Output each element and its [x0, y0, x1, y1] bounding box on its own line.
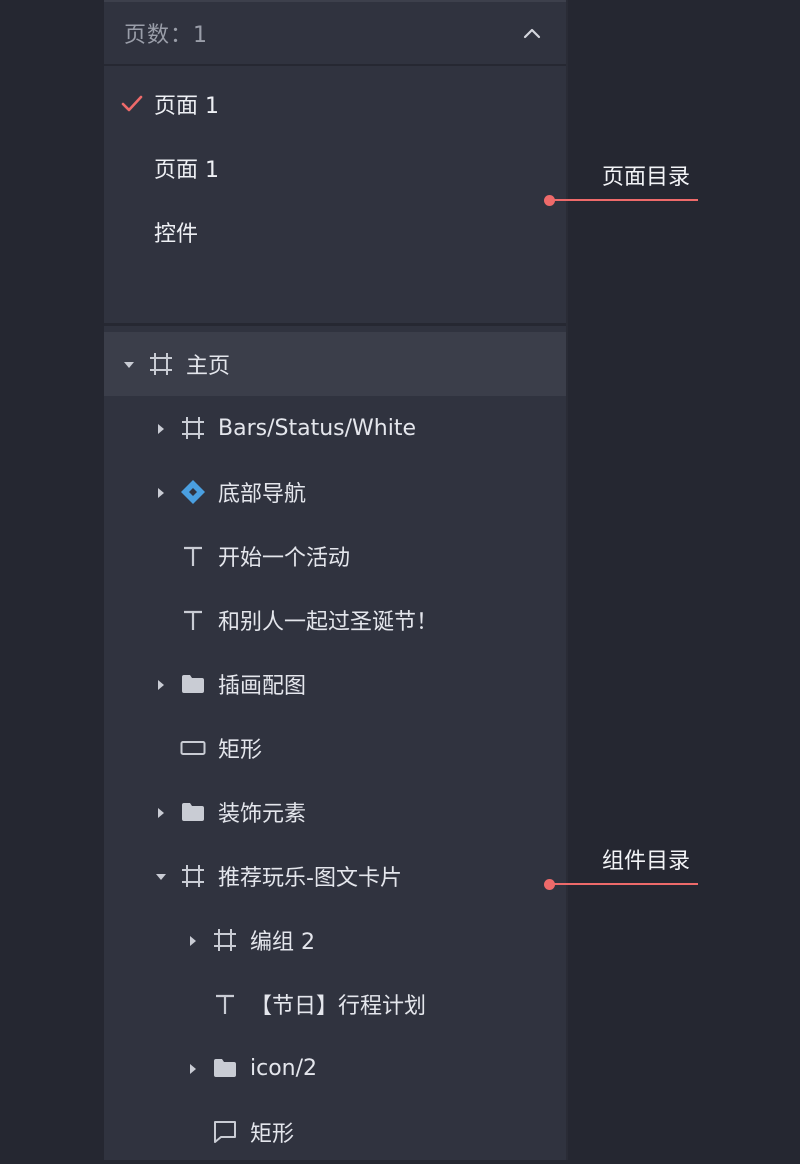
layer-label: 插画配图: [218, 674, 307, 699]
checkmark-icon: [120, 92, 144, 116]
layer-label: 矩形: [250, 1122, 295, 1147]
folder-icon: [180, 671, 206, 697]
layer-row[interactable]: 主页: [104, 332, 566, 396]
layer-row[interactable]: 开始一个活动: [104, 524, 566, 588]
caret-down-icon[interactable]: [122, 357, 136, 371]
annotation-layers-label: 组件目录: [602, 849, 691, 874]
annotation-pages-line: [550, 199, 698, 201]
page-item[interactable]: 控件: [104, 200, 566, 264]
panel-right-edge: [566, 0, 568, 1160]
layer-label: 推荐玩乐-图文卡片: [218, 866, 402, 891]
pages-header[interactable]: 页数：1: [104, 2, 566, 66]
layer-row[interactable]: 装饰元素: [104, 780, 566, 844]
pages-count-title: 页数：1: [124, 23, 208, 48]
page-item[interactable]: 页面 1: [104, 72, 566, 136]
text-icon: [180, 543, 206, 569]
layer-label: Bars/Status/White: [218, 415, 416, 441]
caret-right-icon[interactable]: [154, 485, 168, 499]
layer-label: 编组 2: [250, 930, 315, 955]
layer-row[interactable]: 底部导航: [104, 460, 566, 524]
caret-right-icon[interactable]: [154, 805, 168, 819]
page-item-label: 控件: [154, 222, 199, 247]
annotation-pages-label: 页面目录: [602, 165, 691, 190]
caret-right-icon[interactable]: [154, 421, 168, 435]
layer-label: 开始一个活动: [218, 546, 351, 571]
artboard-icon: [180, 863, 206, 889]
layer-label: 【节日】行程计划: [250, 994, 427, 1019]
annotation-layers-dot: [544, 878, 555, 890]
layer-row[interactable]: 【节日】行程计划: [104, 972, 566, 1036]
caret-right-icon[interactable]: [186, 1061, 200, 1075]
layer-row[interactable]: 编组 2: [104, 908, 566, 972]
layer-label: icon/2: [250, 1055, 318, 1081]
caret-right-icon[interactable]: [154, 677, 168, 691]
layer-row[interactable]: 矩形: [104, 716, 566, 780]
text-icon: [180, 607, 206, 633]
page-item-label: 页面 1: [154, 158, 219, 183]
annotation-pages-dot: [544, 194, 555, 206]
layer-row[interactable]: 推荐玩乐-图文卡片: [104, 844, 566, 908]
layer-row[interactable]: 插画配图: [104, 652, 566, 716]
layer-label: 装饰元素: [218, 802, 307, 827]
chevron-up-icon[interactable]: [512, 13, 552, 53]
symbol-diamond-icon: [180, 479, 206, 505]
shape-path-icon: [212, 1119, 238, 1145]
text-icon: [212, 991, 238, 1017]
page-item[interactable]: 页面 1: [104, 136, 566, 200]
caret-down-icon[interactable]: [154, 869, 168, 883]
page-item-label: 页面 1: [154, 94, 219, 119]
page-list: 页面 1 页面 1 控件: [104, 66, 566, 324]
annotation-layers-line: [550, 883, 698, 885]
layer-row[interactable]: 和别人一起过圣诞节！: [104, 588, 566, 652]
layer-row[interactable]: icon/2: [104, 1036, 566, 1100]
layer-row[interactable]: 矩形: [104, 1100, 566, 1164]
left-panel: 页数：1 页面 1 页面 1 控件 主页 Bars/Status/White 底部导…: [104, 0, 568, 1160]
rectangle-icon: [180, 735, 206, 761]
layer-label: 和别人一起过圣诞节！: [218, 610, 439, 635]
artboard-icon: [180, 415, 206, 441]
folder-icon: [212, 1055, 238, 1081]
artboard-icon: [212, 927, 238, 953]
layer-label: 底部导航: [218, 482, 307, 507]
caret-right-icon[interactable]: [186, 933, 200, 947]
layer-label: 矩形: [218, 738, 263, 763]
section-divider: [104, 323, 566, 326]
folder-icon: [180, 799, 206, 825]
layer-row[interactable]: Bars/Status/White: [104, 396, 566, 460]
layer-label: 主页: [186, 354, 231, 379]
artboard-icon: [148, 351, 174, 377]
